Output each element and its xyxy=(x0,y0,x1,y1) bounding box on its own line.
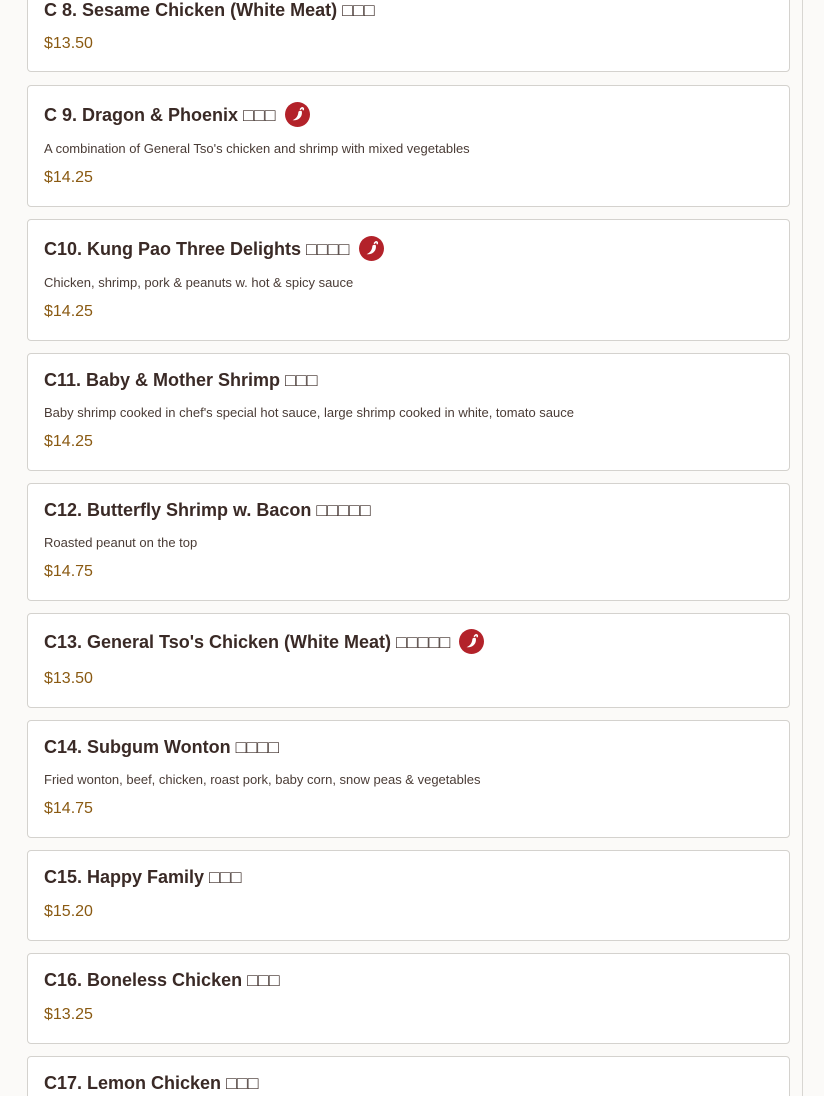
menu-item-price: $14.75 xyxy=(44,800,93,817)
menu-item-description: Baby shrimp cooked in chef's special hot… xyxy=(44,405,574,420)
menu-item-card[interactable]: C12. Butterfly Shrimp w. Bacon □□□□□ Roa… xyxy=(27,483,790,601)
menu-item-price: $15.20 xyxy=(44,903,93,920)
menu-item-card[interactable]: C 9. Dragon & Phoenix □□□ A combination … xyxy=(27,85,790,207)
menu-item-title: C12. Butterfly Shrimp w. Bacon □□□□□ xyxy=(44,500,371,520)
menu-item-title: C10. Kung Pao Three Delights □□□□ xyxy=(44,238,350,259)
menu-item-title: C11. Baby & Mother Shrimp □□□ xyxy=(44,370,318,390)
menu-item-title: C13. General Tso's Chicken (White Meat) … xyxy=(44,631,451,652)
menu-item-description: A combination of General Tso's chicken a… xyxy=(44,141,470,156)
menu-item-title: C17. Lemon Chicken □□□ xyxy=(44,1073,259,1093)
menu-item-card[interactable]: C15. Happy Family □□□ $15.20 xyxy=(27,850,790,941)
menu-item-card[interactable]: C13. General Tso's Chicken (White Meat) … xyxy=(27,613,790,708)
menu-item-price: $14.25 xyxy=(44,433,93,450)
menu-item-card[interactable]: C14. Subgum Wonton □□□□ Fried wonton, be… xyxy=(27,720,790,838)
menu-item-price: $13.50 xyxy=(44,35,93,52)
menu-item-description: Fried wonton, beef, chicken, roast pork,… xyxy=(44,772,481,787)
menu-item-price: $14.25 xyxy=(44,303,93,320)
chili-pepper-icon xyxy=(358,236,384,261)
menu-item-title: C15. Happy Family □□□ xyxy=(44,867,242,887)
chili-pepper-icon xyxy=(284,102,310,127)
menu-page: C 8. Sesame Chicken (White Meat) □□□ $13… xyxy=(0,0,824,1096)
menu-item-card[interactable]: C17. Lemon Chicken □□□ xyxy=(27,1056,790,1096)
menu-item-title: C 9. Dragon & Phoenix □□□ xyxy=(44,104,276,125)
menu-item-description: Roasted peanut on the top xyxy=(44,535,198,550)
menu-item-price: $13.25 xyxy=(44,1006,93,1023)
menu-item-card[interactable]: C11. Baby & Mother Shrimp □□□ Baby shrim… xyxy=(27,353,790,471)
chili-pepper-icon xyxy=(459,629,485,654)
menu-item-title: C14. Subgum Wonton □□□□ xyxy=(44,737,280,757)
menu-item-card[interactable]: C 8. Sesame Chicken (White Meat) □□□ $13… xyxy=(27,0,790,72)
menu-item-price: $14.75 xyxy=(44,563,93,580)
scroll-rail xyxy=(802,0,803,1096)
menu-item-price: $14.25 xyxy=(44,169,93,186)
menu-item-card[interactable]: C10. Kung Pao Three Delights □□□□ Chicke… xyxy=(27,219,790,341)
menu-item-title: C16. Boneless Chicken □□□ xyxy=(44,970,280,990)
menu-item-title: C 8. Sesame Chicken (White Meat) □□□ xyxy=(44,0,375,20)
menu-item-card[interactable]: C16. Boneless Chicken □□□ $13.25 xyxy=(27,953,790,1044)
menu-item-description: Chicken, shrimp, pork & peanuts w. hot &… xyxy=(44,275,354,290)
menu-item-price: $13.50 xyxy=(44,670,93,687)
